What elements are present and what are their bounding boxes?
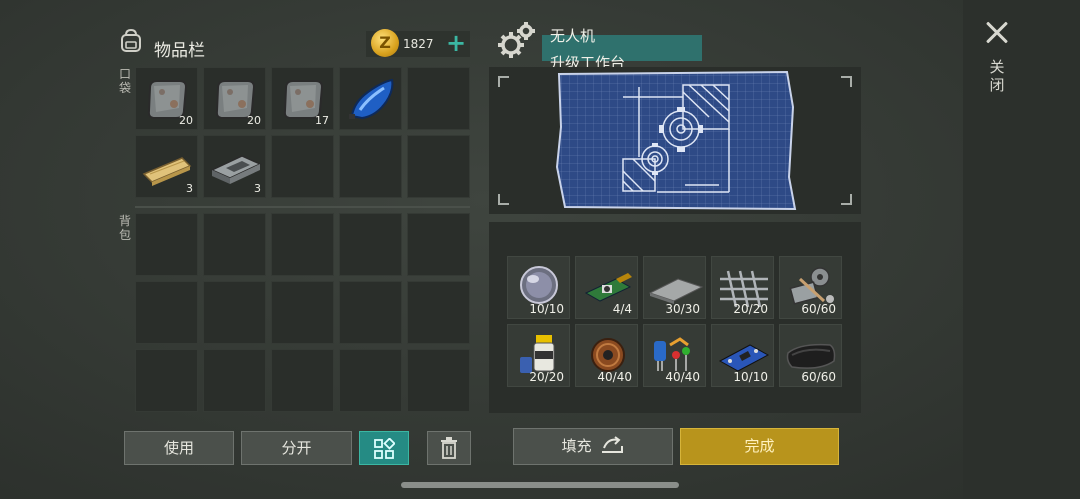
craft-title: 无人机	[550, 27, 596, 45]
backpack-slot[interactable]	[203, 281, 266, 344]
pocket-slot[interactable]: 3	[203, 135, 266, 198]
requirement-slot[interactable]: 40/40	[643, 324, 706, 387]
requirement-slot[interactable]: 30/30	[643, 256, 706, 319]
requirement-slot[interactable]: 4/4	[575, 256, 638, 319]
fill-icon	[602, 436, 624, 453]
backpack-slot[interactable]	[271, 349, 334, 412]
home-indicator	[401, 482, 679, 488]
item-count: 20	[247, 114, 261, 127]
pocket-slot[interactable]	[407, 135, 470, 198]
backpack-slot[interactable]	[407, 349, 470, 412]
pocket-slot[interactable]: 17	[271, 67, 334, 130]
requirement-slot[interactable]: 20/20	[711, 256, 774, 319]
backpack-icon	[121, 29, 141, 52]
backpack-slot[interactable]	[339, 213, 402, 276]
requirement-count: 10/10	[529, 302, 564, 316]
coin-count: 1827	[403, 37, 434, 51]
item-count: 20	[179, 114, 193, 127]
pocket-slot[interactable]: 3	[135, 135, 198, 198]
done-button[interactable]: 完成	[680, 428, 839, 465]
pocket-slot[interactable]	[339, 135, 402, 198]
requirement-slot[interactable]: 60/60	[779, 324, 842, 387]
backpack-slot[interactable]	[203, 213, 266, 276]
add-coins-button[interactable]: +	[446, 30, 466, 56]
requirement-count: 20/20	[733, 302, 768, 316]
requirement-slot[interactable]: 20/20	[507, 324, 570, 387]
split-button[interactable]: 分开	[241, 431, 352, 465]
requirement-count: 40/40	[597, 370, 632, 384]
fill-button[interactable]: 填充	[513, 428, 673, 465]
requirement-count: 10/10	[733, 370, 768, 384]
item-count: 3	[254, 182, 261, 195]
requirement-slot[interactable]: 40/40	[575, 324, 638, 387]
backpack-slot[interactable]	[339, 349, 402, 412]
backpack-slot[interactable]	[271, 281, 334, 344]
grid-icon	[374, 437, 396, 459]
backpack-slot[interactable]	[135, 281, 198, 344]
grid-view-button[interactable]	[359, 431, 409, 465]
requirement-count: 30/30	[665, 302, 700, 316]
item-count: 17	[315, 114, 329, 127]
blueprint-panel	[489, 67, 861, 214]
trash-button[interactable]	[427, 431, 471, 465]
blue-fuel-tank-icon	[349, 78, 394, 120]
divider	[135, 206, 470, 208]
pocket-slot[interactable]: 20	[135, 67, 198, 130]
requirement-count: 60/60	[801, 370, 836, 384]
pocket-slot[interactable]	[407, 67, 470, 130]
blueprint-image	[555, 70, 797, 211]
close-icon[interactable]	[984, 20, 1010, 46]
backpack-slot[interactable]	[135, 213, 198, 276]
close-label[interactable]: 关闭	[987, 58, 1007, 94]
backpack-label: 背包	[118, 214, 131, 242]
inventory-title: 物品栏	[154, 41, 205, 61]
pocket-label: 口袋	[118, 67, 131, 95]
backpack-slot[interactable]	[203, 349, 266, 412]
requirement-count: 20/20	[529, 370, 564, 384]
backpack-slot[interactable]	[407, 281, 470, 344]
frame-corner	[841, 194, 852, 205]
backpack-slot[interactable]	[339, 281, 402, 344]
pocket-slot[interactable]	[339, 67, 402, 130]
frame-corner	[498, 194, 509, 205]
requirement-slot[interactable]: 10/10	[507, 256, 570, 319]
requirement-slot[interactable]: 10/10	[711, 324, 774, 387]
gears-icon	[498, 22, 535, 58]
item-count: 3	[186, 182, 193, 195]
pocket-slot[interactable]	[271, 135, 334, 198]
requirement-count: 40/40	[665, 370, 700, 384]
fill-button-label: 填充	[561, 437, 592, 455]
requirement-count: 60/60	[801, 302, 836, 316]
pocket-slot[interactable]: 20	[203, 67, 266, 130]
requirement-count: 4/4	[612, 302, 632, 316]
side-bar	[963, 0, 1080, 499]
coin-icon: Z	[371, 29, 399, 57]
backpack-slot[interactable]	[407, 213, 470, 276]
requirement-slot[interactable]: 60/60	[779, 256, 842, 319]
use-button[interactable]: 使用	[124, 431, 234, 465]
backpack-slot[interactable]	[135, 349, 198, 412]
backpack-slot[interactable]	[271, 213, 334, 276]
trash-icon	[441, 437, 457, 459]
frame-corner	[841, 76, 852, 87]
frame-corner	[498, 76, 509, 87]
